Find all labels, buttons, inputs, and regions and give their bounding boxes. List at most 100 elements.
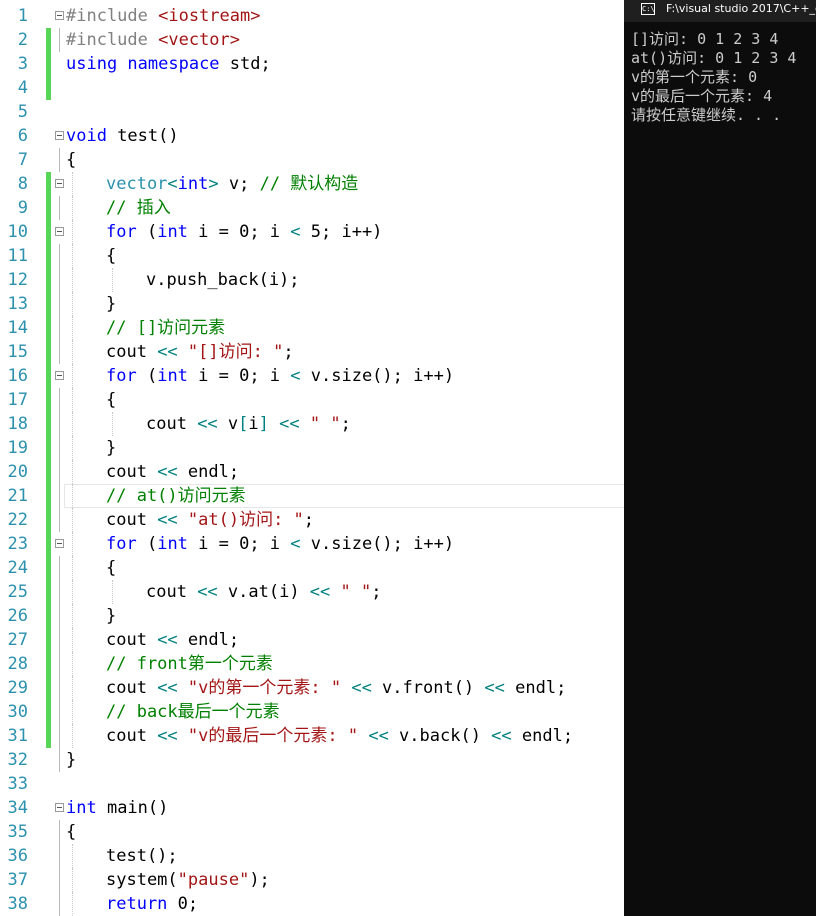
code-line[interactable]: 25 cout << v.at(i) << " ";	[0, 580, 624, 604]
code-text[interactable]: // []访问元素	[106, 316, 225, 340]
code-text[interactable]: cout << v.at(i) << " ";	[146, 580, 381, 604]
code-text[interactable]: void test()	[66, 124, 179, 148]
code-token: <<	[157, 462, 188, 482]
code-text[interactable]: {	[66, 148, 76, 172]
code-token: cout	[106, 510, 158, 530]
code-editor[interactable]: 1 #include <iostream> 2 #include <vector> 3 u…	[0, 0, 624, 916]
code-line[interactable]: 38 return 0;	[0, 892, 624, 916]
code-line[interactable]: 5	[0, 100, 624, 124]
code-text[interactable]: cout << "v的第一个元素: " << v.front() << endl…	[106, 676, 566, 700]
code-token: <iostream>	[158, 6, 261, 26]
code-token: <<	[197, 582, 228, 602]
code-line[interactable]: 4	[0, 76, 624, 100]
code-text[interactable]: using namespace std;	[66, 52, 271, 76]
code-token: ;	[371, 582, 382, 602]
code-text[interactable]: {	[106, 556, 116, 580]
collapse-toggle-icon[interactable]	[55, 371, 64, 380]
code-line[interactable]: 32}	[0, 748, 624, 772]
code-line[interactable]: 20 cout << endl;	[0, 460, 624, 484]
code-line[interactable]: 21 // at()访问元素	[0, 484, 624, 508]
code-text[interactable]: // front第一个元素	[106, 652, 273, 676]
code-line[interactable]: 13}	[0, 292, 624, 316]
outline-line	[59, 412, 60, 436]
code-line[interactable]: 6 void test()	[0, 124, 624, 148]
code-line[interactable]: 22 cout << "at()访问: ";	[0, 508, 624, 532]
code-text[interactable]: return 0;	[106, 892, 198, 916]
code-line[interactable]: 33	[0, 772, 624, 796]
code-text[interactable]: test();	[106, 844, 178, 868]
code-text[interactable]: cout << "v的最后一个元素: " << v.back() << endl…	[106, 724, 573, 748]
code-text[interactable]: for (int i = 0; i < 5; i++)	[106, 220, 382, 244]
code-text[interactable]: v.push_back(i);	[146, 268, 300, 292]
code-line[interactable]: 2 #include <vector>	[0, 28, 624, 52]
code-text[interactable]: {	[106, 244, 116, 268]
code-line[interactable]: 15 cout << "[]访问: ";	[0, 340, 624, 364]
code-text[interactable]: for (int i = 0; i < v.size(); i++)	[106, 364, 454, 388]
code-token: cout	[106, 726, 158, 746]
code-text[interactable]: #include <vector>	[66, 28, 240, 52]
code-line[interactable]: 14 // []访问元素	[0, 316, 624, 340]
code-text[interactable]: }	[106, 436, 116, 460]
indent-guide	[72, 628, 73, 652]
collapse-toggle-icon[interactable]	[55, 803, 64, 812]
code-text[interactable]: #include <iostream>	[66, 4, 260, 28]
code-line[interactable]: 37 system("pause");	[0, 868, 624, 892]
code-text[interactable]: {	[106, 388, 116, 412]
indent-guide	[72, 700, 73, 724]
code-line[interactable]: 9 // 插入	[0, 196, 624, 220]
collapse-toggle-icon[interactable]	[55, 227, 64, 236]
code-token: cout	[106, 630, 158, 650]
console-titlebar[interactable]: C:\ F:\visual studio 2017\C++_c	[624, 0, 816, 22]
code-line[interactable]: 1 #include <iostream>	[0, 4, 624, 28]
code-line[interactable]: 23 for (int i = 0; i < v.size(); i++)	[0, 532, 624, 556]
code-text[interactable]: system("pause");	[106, 868, 270, 892]
code-text[interactable]: cout << endl;	[106, 628, 239, 652]
indent-guide	[72, 868, 73, 892]
code-text[interactable]: cout << v[i] << " ";	[146, 412, 351, 436]
code-text[interactable]: cout << endl;	[106, 460, 239, 484]
code-line[interactable]: 26}	[0, 604, 624, 628]
code-text[interactable]: cout << "at()访问: ";	[106, 508, 314, 532]
code-text[interactable]: // at()访问元素	[106, 484, 246, 508]
code-text[interactable]: // back最后一个元素	[106, 700, 280, 724]
code-text[interactable]: for (int i = 0; i < v.size(); i++)	[106, 532, 454, 556]
code-line[interactable]: 35 {	[0, 820, 624, 844]
code-text[interactable]: int main()	[66, 796, 168, 820]
code-line[interactable]: 31 cout << "v的最后一个元素: " << v.back() << en…	[0, 724, 624, 748]
code-line[interactable]: 3 using namespace std;	[0, 52, 624, 76]
code-line[interactable]: 28 // front第一个元素	[0, 652, 624, 676]
code-line[interactable]: 16 for (int i = 0; i < v.size(); i++)	[0, 364, 624, 388]
code-line[interactable]: 30 // back最后一个元素	[0, 700, 624, 724]
code-line[interactable]: 12 v.push_back(i);	[0, 268, 624, 292]
code-token: v.at(i)	[227, 582, 310, 602]
code-text[interactable]: vector<int> v; // 默认构造	[106, 172, 358, 196]
line-number: 8	[17, 174, 28, 194]
code-text[interactable]: // 插入	[106, 196, 171, 220]
collapse-toggle-icon[interactable]	[55, 179, 64, 188]
code-line[interactable]: 24 {	[0, 556, 624, 580]
collapse-toggle-icon[interactable]	[55, 131, 64, 140]
code-text[interactable]: }	[66, 748, 76, 772]
code-line[interactable]: 18 cout << v[i] << " ";	[0, 412, 624, 436]
code-text[interactable]: }	[106, 604, 116, 628]
code-token: ]	[258, 414, 280, 434]
code-line[interactable]: 10 for (int i = 0; i < 5; i++)	[0, 220, 624, 244]
code-line[interactable]: 11 {	[0, 244, 624, 268]
console-window[interactable]: C:\ F:\visual studio 2017\C++_c []访问: 0 …	[624, 0, 816, 916]
code-line[interactable]: 7{	[0, 148, 624, 172]
code-line[interactable]: 8 vector<int> v; // 默认构造	[0, 172, 624, 196]
code-text[interactable]: }	[106, 292, 116, 316]
code-line[interactable]: 19}	[0, 436, 624, 460]
collapse-toggle-icon[interactable]	[55, 539, 64, 548]
code-line[interactable]: 27 cout << endl;	[0, 628, 624, 652]
indent-guide	[72, 676, 73, 700]
collapse-toggle-icon[interactable]	[55, 11, 64, 20]
code-token: <	[290, 222, 311, 242]
code-text[interactable]: cout << "[]访问: ";	[106, 340, 294, 364]
code-line[interactable]: 17 {	[0, 388, 624, 412]
indent-guide	[72, 844, 73, 868]
code-line[interactable]: 34 int main()	[0, 796, 624, 820]
code-line[interactable]: 29 cout << "v的第一个元素: " << v.front() << en…	[0, 676, 624, 700]
code-text[interactable]: {	[66, 820, 76, 844]
code-line[interactable]: 36 test();	[0, 844, 624, 868]
